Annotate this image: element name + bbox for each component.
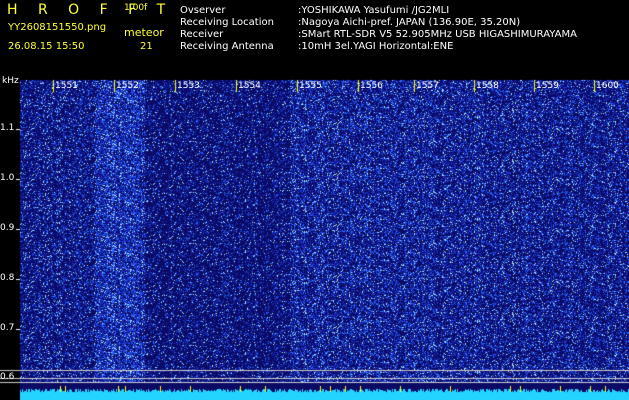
y-tick-label: 0.6: [0, 372, 15, 382]
observer-label: Ovserver: [180, 5, 226, 16]
location-label: Receiving Location: [180, 17, 274, 28]
x-tick-label: 1557: [416, 81, 439, 91]
x-tick-label: 1559: [536, 81, 559, 91]
app-version: 1.00f: [124, 3, 148, 13]
x-tick-label: 1553: [177, 81, 200, 91]
receiver-label: Receiver: [180, 29, 224, 40]
x-tick-label: 1600: [596, 81, 619, 91]
antenna-label: Receiving Antenna: [180, 41, 274, 52]
y-tick-label: 0.7: [0, 323, 15, 333]
observer-value: :YOSHIKAWA Yasufumi /JG2MLI: [298, 5, 450, 16]
y-tick-label: 1.1: [0, 123, 15, 133]
antenna-value: :10mH 3el.YAGI Horizontal:ENE: [298, 41, 454, 52]
y-tick-label: 0.8: [0, 273, 15, 283]
header-panel: H R O F F T 1.00f YY2608151550.png meteo…: [0, 0, 629, 76]
x-tick-label: 1555: [299, 81, 322, 91]
location-value: :Nagoya Aichi-pref. JAPAN (136.90E, 35.2…: [298, 17, 521, 28]
x-tick-label: 1551: [55, 81, 78, 91]
x-tick-label: 1558: [476, 81, 499, 91]
receiver-value: :SMart RTL-SDR V5 52.905MHz USB HIGASHIM…: [298, 29, 577, 40]
y-tick-label: 1.0: [0, 173, 15, 183]
mode-label: meteor: [124, 26, 164, 39]
image-filename: YY2608151550.png: [8, 22, 107, 33]
x-tick-label: 1554: [238, 81, 261, 91]
app-brand: H R O F F T: [7, 2, 174, 18]
y-axis-unit: kHz: [2, 76, 19, 86]
meteor-count: 21: [140, 41, 153, 52]
spectrogram-canvas: [0, 76, 629, 400]
capture-datetime: 26.08.15 15:50: [8, 41, 85, 52]
x-tick-label: 1552: [116, 81, 139, 91]
y-tick-label: 0.9: [0, 223, 15, 233]
x-tick-label: 1556: [360, 81, 383, 91]
